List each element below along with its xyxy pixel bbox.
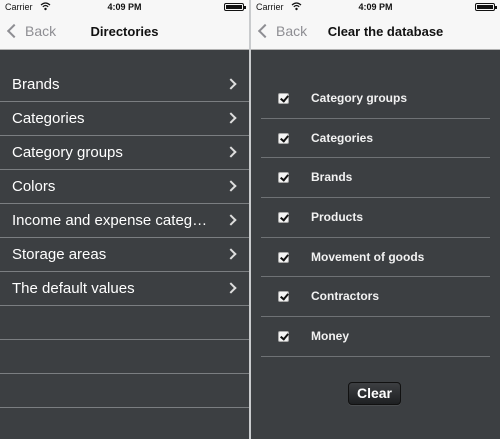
- check-item-label: Contractors: [311, 289, 380, 304]
- check-item-movement-of-goods[interactable]: Movement of goods: [261, 238, 490, 278]
- chevron-right-icon: [225, 78, 237, 90]
- clear-database-screen: Carrier 4:09 PM Back Clear the database …: [251, 0, 500, 439]
- check-item-label: Movement of goods: [311, 249, 425, 264]
- check-item-products[interactable]: Products: [261, 198, 490, 238]
- check-item-categories[interactable]: Categories: [261, 119, 490, 159]
- navigation-bar: Back Clear the database: [251, 14, 500, 50]
- list-item-label: Category groups: [12, 144, 123, 161]
- checkbox[interactable]: [278, 132, 289, 144]
- navigation-bar: Back Directories: [0, 14, 249, 50]
- list-item-colors[interactable]: Colors: [0, 170, 249, 204]
- chevron-right-icon: [225, 112, 237, 124]
- check-item-category-groups[interactable]: Category groups: [261, 79, 490, 119]
- list-item-label: Income and expense categ…: [12, 212, 208, 229]
- list-item-label: Storage areas: [12, 246, 107, 263]
- check-item-label: Category groups: [311, 91, 408, 105]
- list-item-brands[interactable]: Brands: [0, 68, 249, 102]
- chevron-right-icon: [225, 180, 237, 192]
- list-item-category-groups[interactable]: Category groups: [0, 136, 249, 170]
- page-title: Clear the database: [327, 24, 444, 39]
- empty-row: [0, 340, 249, 374]
- chevron-right-icon: [225, 214, 237, 226]
- check-item-label: Brands: [311, 170, 353, 185]
- check-item-label: Categories: [311, 130, 374, 145]
- list-item-storage-areas[interactable]: Storage areas: [0, 238, 249, 272]
- status-bar: Carrier 4:09 PM: [251, 0, 500, 14]
- directories-screen: Carrier 4:09 PM Back Directories Brands …: [0, 0, 249, 439]
- list-item-default-values[interactable]: The default values: [0, 272, 249, 306]
- list-item-label: The default values: [12, 280, 135, 297]
- check-item-label: Money: [311, 329, 350, 344]
- check-item-label: Products: [311, 210, 364, 225]
- list-item-label: Brands: [12, 76, 60, 93]
- table-checklist: Category groups Categories Brands Produc…: [261, 79, 490, 357]
- chevron-right-icon: [225, 146, 237, 158]
- clock: 4:09 PM: [358, 2, 393, 12]
- checkbox[interactable]: [278, 331, 289, 343]
- battery-icon: [224, 3, 246, 11]
- clear-button[interactable]: Clear: [348, 382, 401, 405]
- chevron-right-icon: [225, 282, 237, 294]
- checkbox[interactable]: [278, 251, 289, 263]
- checkbox[interactable]: [278, 172, 289, 184]
- check-item-brands[interactable]: Brands: [261, 158, 490, 199]
- list-item-income-expense[interactable]: Income and expense categ…: [0, 204, 249, 238]
- list-item-label: Colors: [12, 178, 56, 195]
- clock: 4:09 PM: [107, 2, 142, 12]
- empty-row: [0, 306, 249, 340]
- list-item-label: Categories: [12, 110, 85, 127]
- checkbox[interactable]: [278, 212, 289, 224]
- battery-icon: [475, 3, 497, 11]
- check-item-contractors[interactable]: Contractors: [261, 277, 490, 318]
- empty-row: [0, 374, 249, 408]
- status-bar: Carrier 4:09 PM: [0, 0, 249, 14]
- chevron-right-icon: [225, 248, 237, 260]
- check-item-money[interactable]: Money: [261, 317, 490, 357]
- directory-list: Brands Categories Category groups Colors…: [0, 68, 249, 408]
- page-title: Directories: [90, 24, 159, 39]
- list-item-categories[interactable]: Categories: [0, 102, 249, 136]
- checkbox[interactable]: [278, 93, 289, 104]
- checkbox[interactable]: [278, 291, 289, 303]
